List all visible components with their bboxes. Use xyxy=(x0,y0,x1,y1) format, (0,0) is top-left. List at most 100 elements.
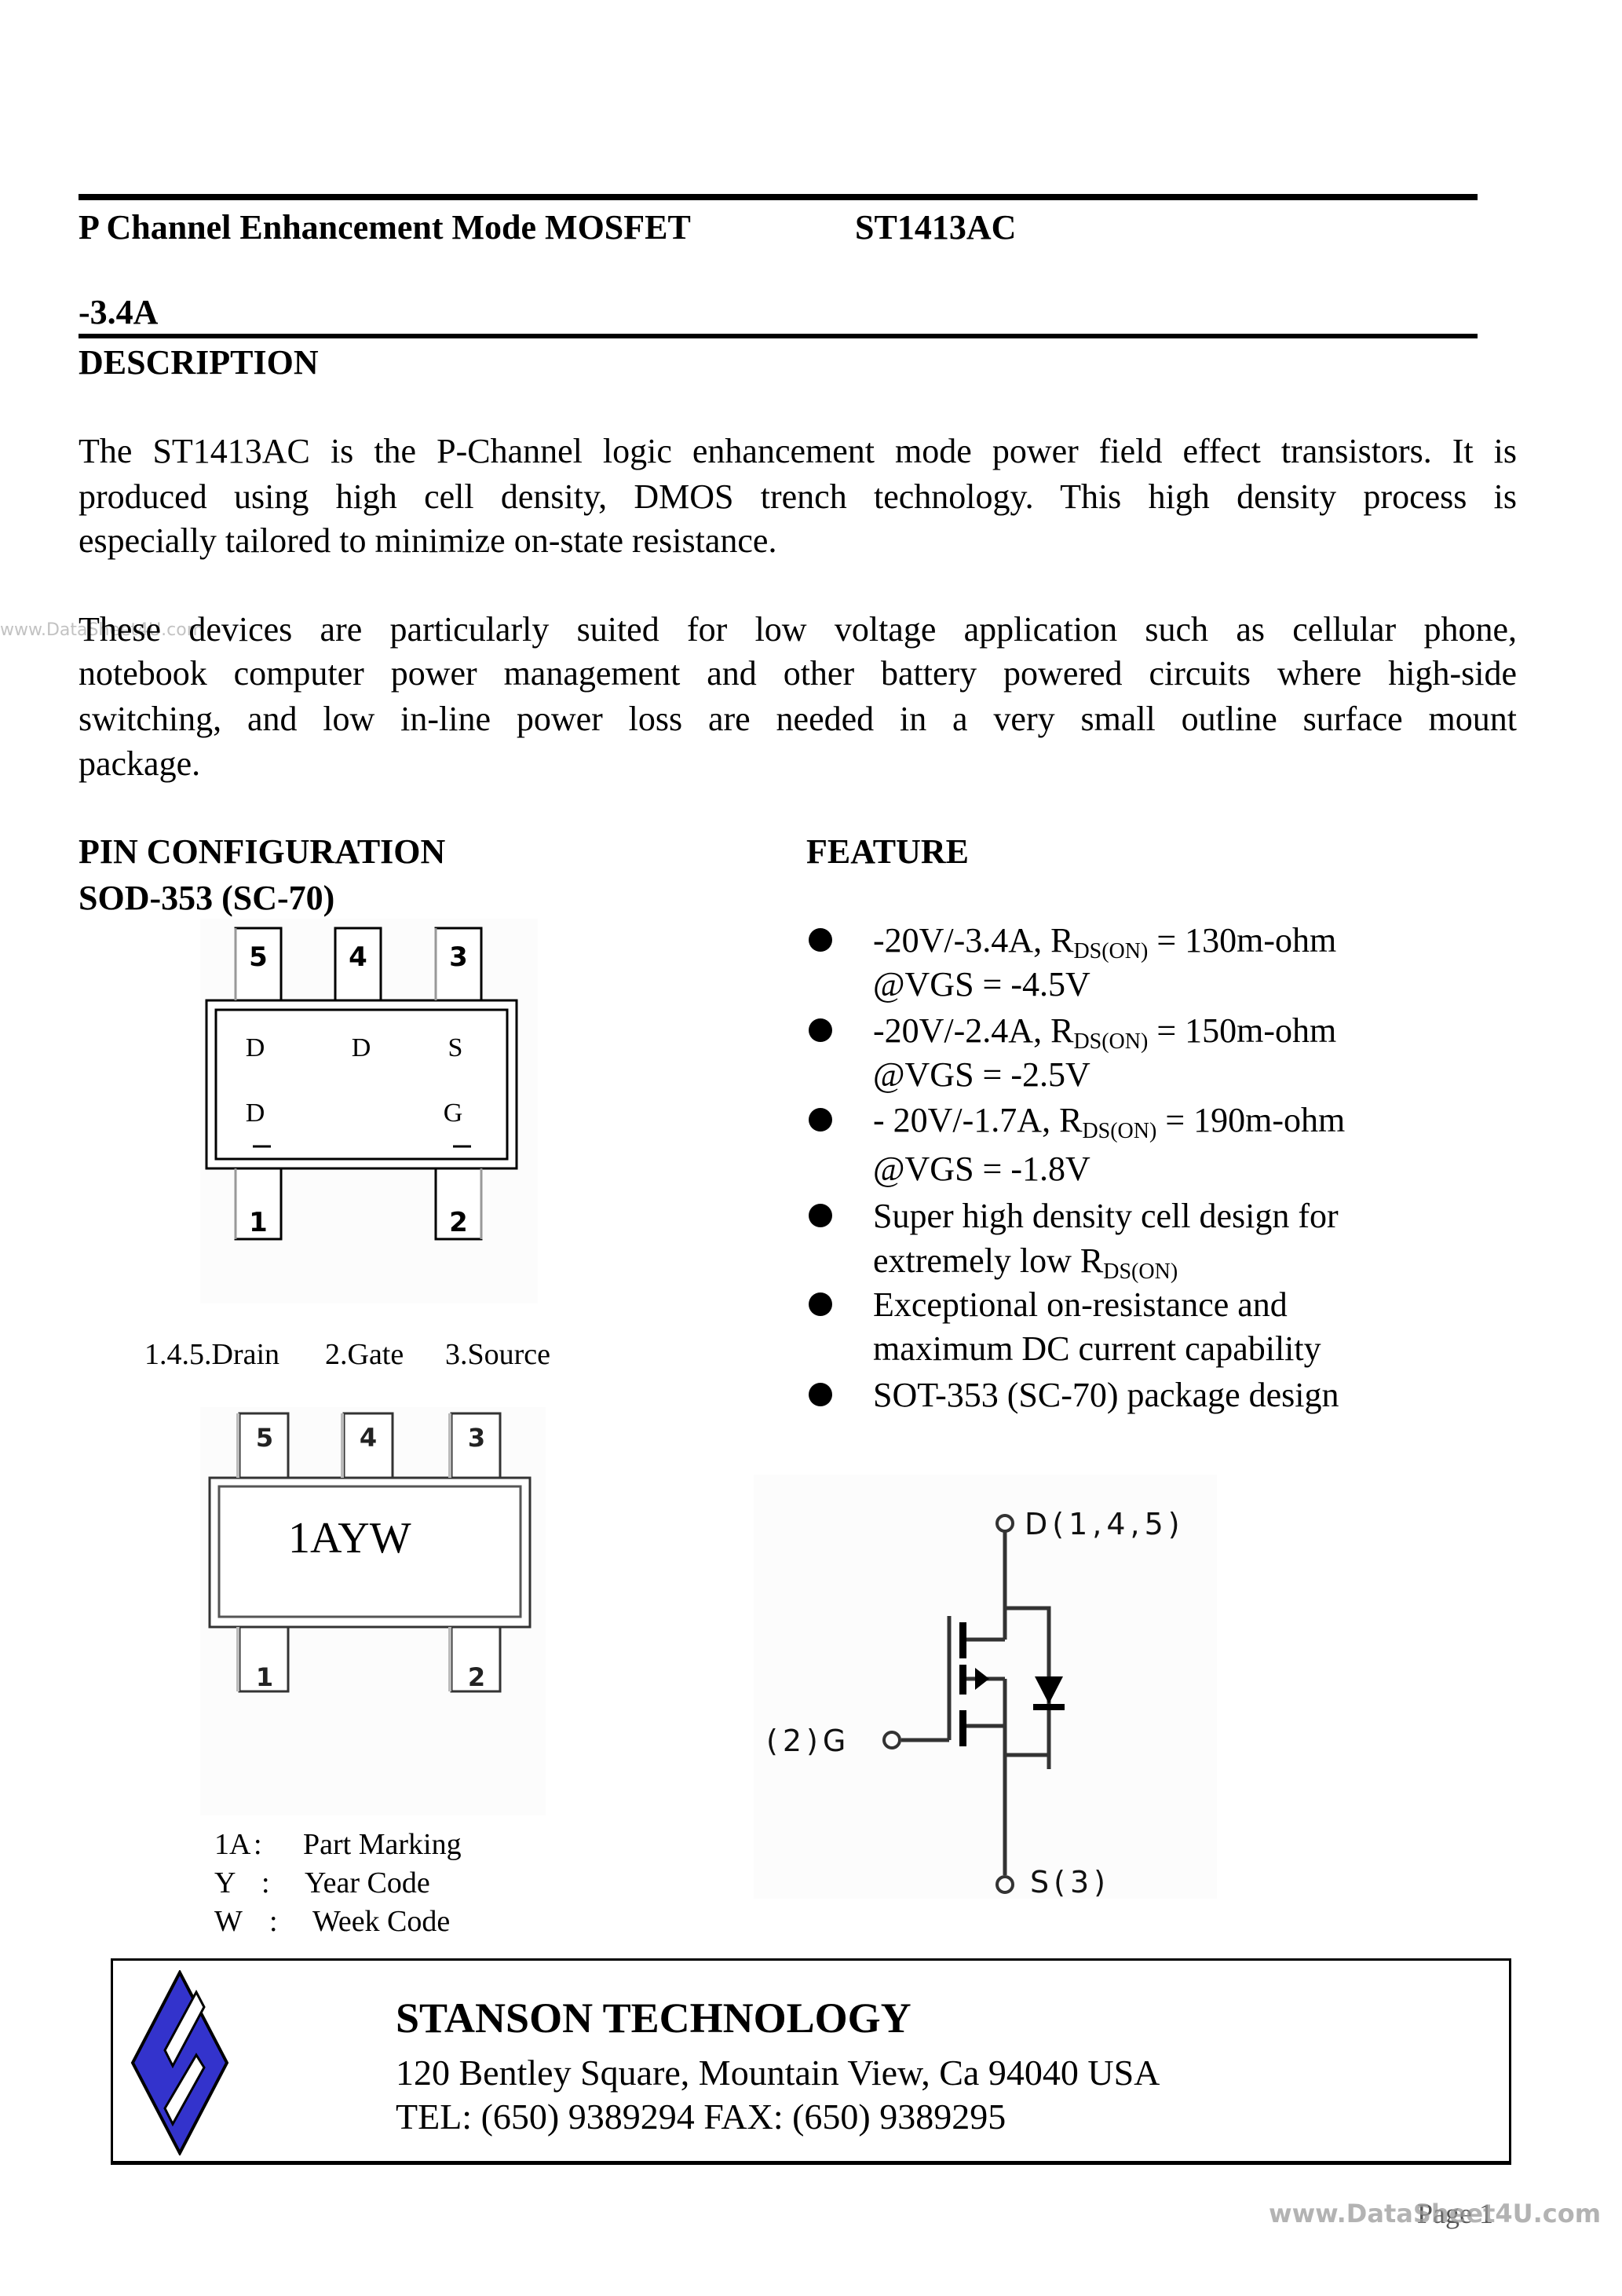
description-p1-line: The ST1413AC is the P-Channel logic enha… xyxy=(79,432,1517,470)
drain-terminal-icon xyxy=(995,1514,1014,1533)
pin-number: 4 xyxy=(349,941,367,973)
feature-bullet xyxy=(809,1383,832,1406)
feature-bullet xyxy=(809,1204,832,1227)
legend-row: W: Week Code xyxy=(214,1907,450,1936)
gate-terminal-icon xyxy=(882,1731,901,1749)
legend-meaning: Part Marking xyxy=(303,1828,462,1861)
feature-bullet xyxy=(809,1018,832,1042)
description-heading: DESCRIPTION xyxy=(79,343,319,382)
company-address: 120 Bentley Square, Mountain View, Ca 94… xyxy=(396,2053,1160,2093)
top-rule xyxy=(79,194,1478,200)
feature-text: = 190m-ohm xyxy=(1156,1101,1346,1139)
description-p2-line: notebook computer power management and o… xyxy=(79,654,1517,693)
document-title: P Channel Enhancement Mode MOSFET xyxy=(79,208,691,247)
company-info-box: STANSON TECHNOLOGY 120 Bentley Square, M… xyxy=(111,1958,1511,2165)
pin-number: 4 xyxy=(360,1423,377,1453)
gate-label: (2)G xyxy=(766,1724,850,1758)
pin-number: 1 xyxy=(256,1662,273,1692)
description-p1-line: especially tailored to minimize on-state… xyxy=(79,521,777,560)
legend-row: 1A: Part Marking xyxy=(214,1830,462,1859)
body-pin-label: D xyxy=(246,1033,265,1062)
pin-number: 2 xyxy=(449,1207,468,1238)
stanson-logo-icon xyxy=(130,1970,229,2155)
feature-text: -20V/-2.4A, R xyxy=(873,1011,1074,1050)
part-number: ST1413AC xyxy=(855,208,1017,247)
mosfet-schematic-svg: D(1,4,5) (2)G S(3) xyxy=(766,1507,1185,1899)
company-contact: TEL: (650) 9389294 FAX: (650) 9389295 xyxy=(396,2097,1006,2137)
feature-line: extremely low RDS(ON) xyxy=(873,1244,1178,1283)
subscript: DS(ON) xyxy=(1073,1029,1149,1054)
diode-bottom-wire xyxy=(1005,1695,1051,1757)
pin-diagram-labeled: 5 4 3 1 2 D D S D G xyxy=(200,919,538,1303)
pin-number: 1 xyxy=(249,1207,268,1238)
channel-segment xyxy=(959,1665,966,1695)
legend-code: 1A xyxy=(214,1828,251,1861)
body-pin-label: D xyxy=(246,1099,265,1128)
current-rating: -3.4A xyxy=(79,293,159,331)
feature-line: -20V/-3.4A, RDS(ON) = 130m-ohm xyxy=(873,923,1336,963)
company-name: STANSON TECHNOLOGY xyxy=(396,1994,911,2042)
pin-number: 2 xyxy=(468,1662,485,1692)
body-diode-icon xyxy=(1035,1676,1063,1704)
package-name: SOD-353 (SC-70) xyxy=(79,879,335,917)
pin-number: 3 xyxy=(449,941,468,973)
source-label: S(3) xyxy=(1030,1865,1110,1899)
part-marking: 1AYW xyxy=(288,1514,411,1563)
feature-line: Exceptional on-resistance and xyxy=(873,1285,1288,1324)
subscript: DS(ON) xyxy=(1073,939,1149,963)
description-p2-line: package. xyxy=(79,744,201,783)
pin-diagram-labeled-svg: 5 4 3 1 2 D D S D G xyxy=(205,927,518,1241)
pin-caption-drain: 1.4.5.Drain xyxy=(144,1338,280,1371)
body-pin-label: D xyxy=(352,1033,371,1062)
pin-caption-source: 3.Source xyxy=(445,1338,551,1371)
channel-segment xyxy=(959,1710,966,1746)
pin-config-heading: PIN CONFIGURATION xyxy=(79,832,446,871)
feature-line: maximum DC current capability xyxy=(873,1329,1321,1368)
marking-diagram-svg: 5 4 3 1 2 1AYW xyxy=(208,1412,532,1693)
feature-bullet xyxy=(809,928,832,952)
channel-segment xyxy=(959,1622,966,1658)
feature-text: = 130m-ohm xyxy=(1148,921,1337,960)
feature-line: @VGS = -4.5V xyxy=(873,965,1090,1004)
body-pin-label: S xyxy=(448,1033,463,1062)
feature-line: SOT-353 (SC-70) package design xyxy=(873,1376,1339,1414)
drain-label: D(1,4,5) xyxy=(1025,1507,1185,1541)
marking-diagram: 5 4 3 1 2 1AYW xyxy=(200,1407,546,1815)
channel-arrow-icon xyxy=(975,1668,989,1690)
feature-line: - 20V/-1.7A, RDS(ON) = 190m-ohm xyxy=(873,1103,1345,1143)
legend-row: Y: Year Code xyxy=(214,1868,430,1898)
feature-text: = 150m-ohm xyxy=(1148,1011,1337,1050)
description-p2-line: These devices are particularly suited fo… xyxy=(79,610,1517,649)
legend-code: Y xyxy=(214,1866,236,1899)
pin-caption-gate: 2.Gate xyxy=(325,1338,404,1371)
legend-meaning: Year Code xyxy=(305,1866,430,1899)
feature-text: extremely low R xyxy=(873,1241,1104,1280)
body-pin-label: G xyxy=(444,1099,463,1128)
legend-sep: : xyxy=(269,1905,278,1938)
subscript: DS(ON) xyxy=(1103,1260,1178,1284)
description-p2-line: switching, and low in-line power loss ar… xyxy=(79,700,1517,738)
feature-line: Super high density cell design for xyxy=(873,1197,1339,1235)
mosfet-schematic: D(1,4,5) (2)G S(3) xyxy=(754,1475,1217,1899)
feature-line: -20V/-2.4A, RDS(ON) = 150m-ohm xyxy=(873,1014,1336,1053)
subscript: DS(ON) xyxy=(1082,1119,1157,1143)
feature-heading: FEATURE xyxy=(806,832,969,871)
section-rule xyxy=(79,334,1478,338)
pin-number: 5 xyxy=(249,941,268,973)
pin-number: 3 xyxy=(468,1423,485,1453)
feature-text: -20V/-3.4A, R xyxy=(873,921,1074,960)
feature-bullet xyxy=(809,1108,832,1132)
feature-line: @VGS = -2.5V xyxy=(873,1055,1090,1094)
feature-line: @VGS = -1.8V xyxy=(873,1150,1090,1188)
feature-text: - 20V/-1.7A, R xyxy=(873,1101,1083,1139)
legend-meaning: Week Code xyxy=(312,1905,451,1938)
footer-watermark: www.DataSheet4U.com xyxy=(1269,2199,1602,2228)
diode-bar xyxy=(1033,1704,1065,1710)
source-terminal-icon xyxy=(995,1875,1014,1894)
package-inner-outline xyxy=(214,1008,509,1161)
legend-sep: : xyxy=(261,1866,270,1899)
legend-sep: : xyxy=(254,1828,262,1861)
feature-bullet xyxy=(809,1292,832,1316)
legend-code: W xyxy=(214,1905,243,1938)
description-p1-line: produced using high cell density, DMOS t… xyxy=(79,477,1517,516)
